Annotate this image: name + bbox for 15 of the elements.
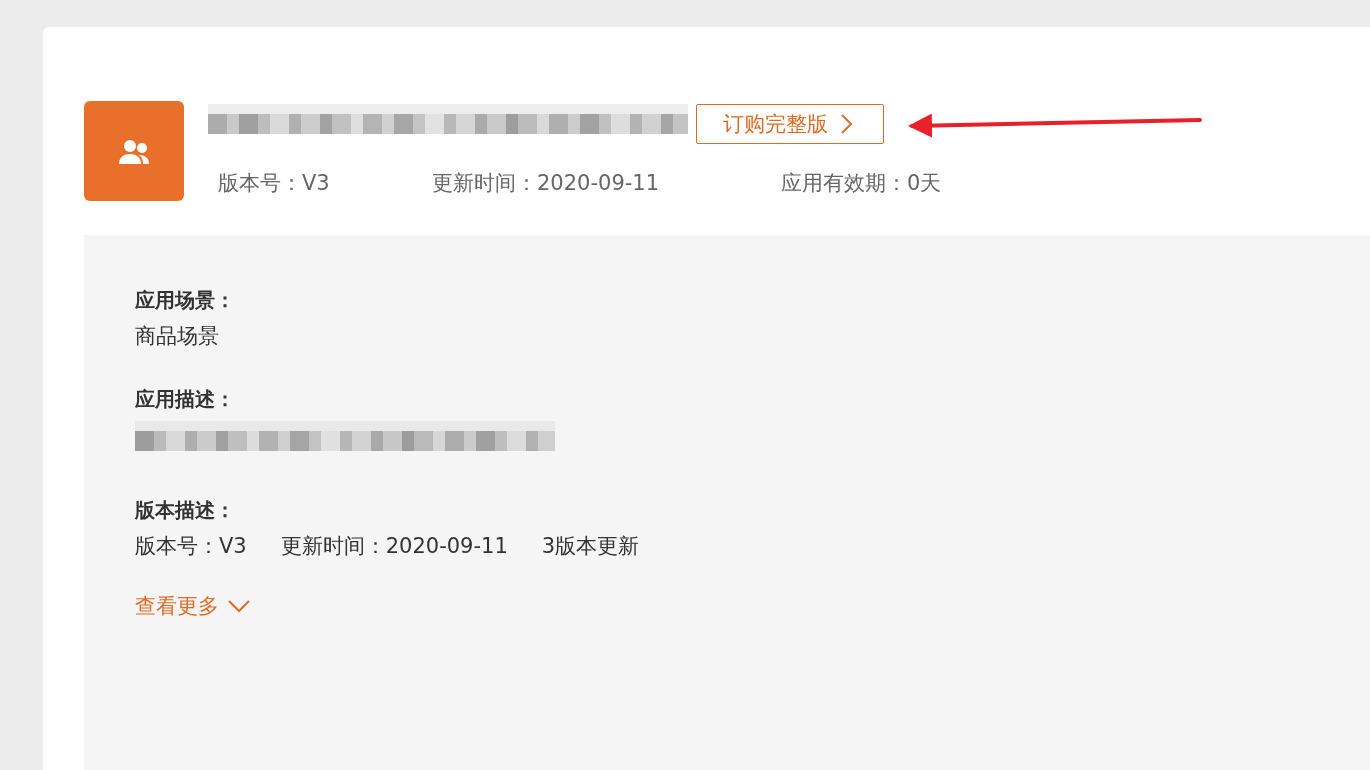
view-more-link[interactable]: 查看更多 — [135, 592, 251, 620]
section-value: 商品场景 — [135, 323, 220, 350]
version-text: 3版本更新 — [541, 533, 640, 560]
users-icon — [117, 137, 151, 165]
section-label: 应用场景： — [135, 287, 236, 314]
section-label: 版本描述： — [135, 497, 236, 524]
version-text: 更新时间：2020-09-11 — [280, 533, 508, 560]
order-button[interactable]: 订购完整版 — [696, 104, 884, 144]
meta-text: 应用有效期：0天 — [781, 170, 942, 197]
section-label: 应用描述： — [135, 386, 236, 413]
version-text: 版本号：V3 — [135, 533, 247, 560]
meta-text: 版本号：V3 — [218, 170, 331, 197]
chevron-right-icon — [840, 113, 853, 135]
meta-text: 更新时间：2020-09-11 — [432, 170, 661, 197]
chevron-down-icon — [227, 599, 251, 613]
